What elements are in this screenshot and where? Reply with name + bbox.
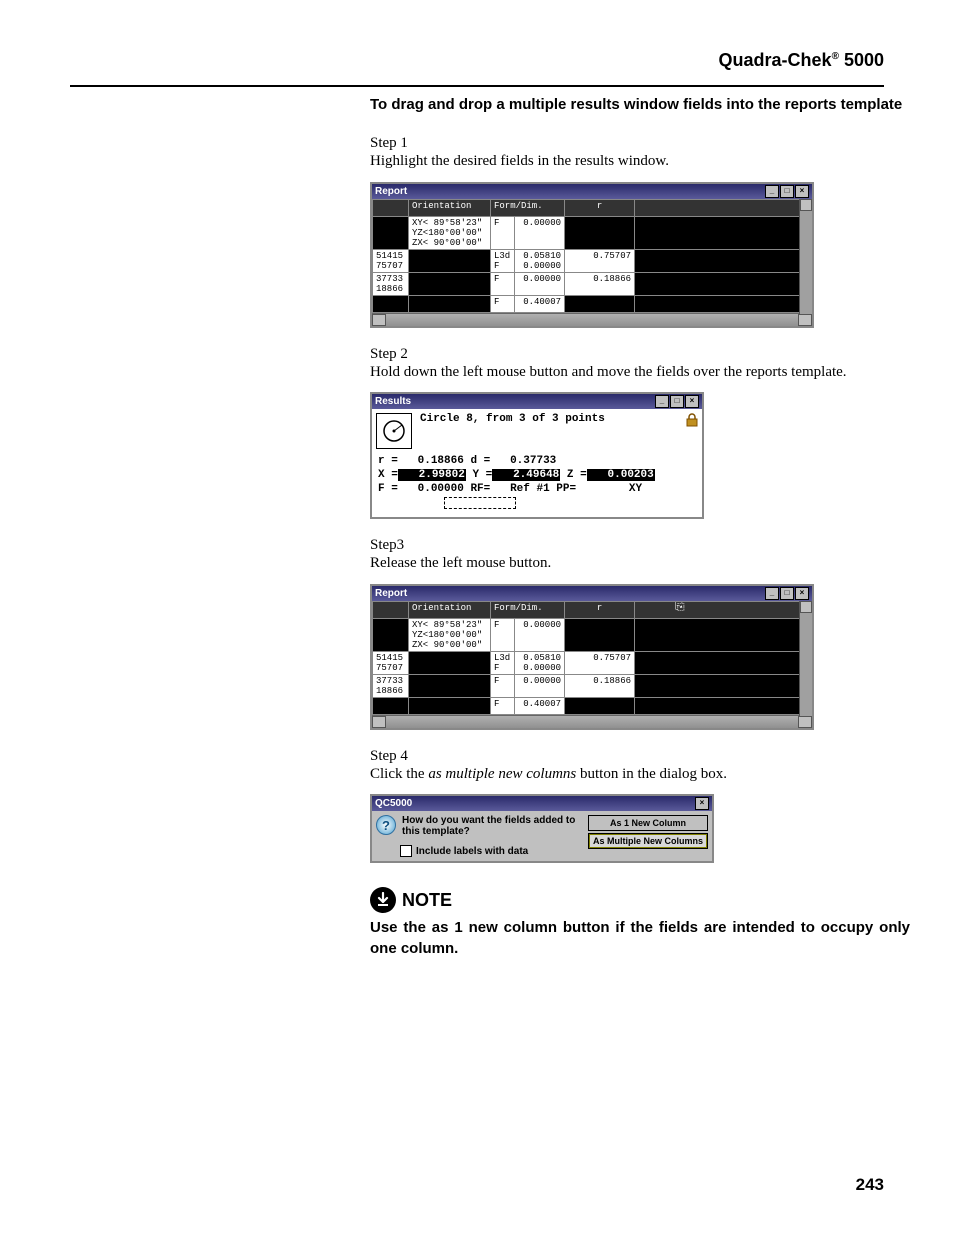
cell: 0.40007 xyxy=(515,295,565,312)
results-titlebar[interactable]: Results _ □ × xyxy=(372,394,702,409)
circle-feature-icon xyxy=(376,413,412,449)
note-block: NOTE Use the as 1 new column button if t… xyxy=(370,887,910,959)
close-icon[interactable]: × xyxy=(685,395,699,408)
cell: F xyxy=(494,261,499,271)
as-1-new-column-button[interactable]: As 1 New Column xyxy=(588,815,708,831)
table-row[interactable]: 3773318866 F 0.00000 0.18866 xyxy=(373,674,812,697)
scrollbar-vertical[interactable] xyxy=(799,601,812,716)
col-orientation[interactable]: Orientation xyxy=(409,601,491,618)
table-row[interactable]: F 0.40007 xyxy=(373,295,812,312)
report-window-2: Report _ □ × Orientation Form/Dim. r ⎘ xyxy=(370,584,814,730)
report-title: Report xyxy=(375,588,407,599)
col-extra[interactable] xyxy=(635,199,812,216)
product-name: Quadra-Chek xyxy=(719,50,832,70)
col-formdim[interactable]: Form/Dim. xyxy=(491,199,565,216)
scrollbar-vertical[interactable] xyxy=(799,199,812,314)
note-label: NOTE xyxy=(402,890,452,911)
drop-cursor-icon: ⎘ xyxy=(675,601,685,614)
maximize-icon[interactable]: □ xyxy=(670,395,684,408)
cell: 0.00000 xyxy=(523,261,561,271)
cell: 51415 xyxy=(376,251,403,261)
y-value-selected[interactable]: 2.49648 xyxy=(492,469,560,481)
col-blank[interactable] xyxy=(373,601,409,618)
col-blank[interactable] xyxy=(373,199,409,216)
include-labels-label: Include labels with data xyxy=(416,846,528,857)
cell: 75707 xyxy=(376,261,403,271)
report-table: Orientation Form/Dim. r ⎘ XY< 89°58'23" … xyxy=(372,601,812,715)
table-row[interactable]: 51415 75707 L3d F 0.05810 0.00000 0.7570… xyxy=(373,249,812,272)
header-rule xyxy=(70,85,884,87)
col-orientation[interactable]: Orientation xyxy=(409,199,491,216)
product-title: Quadra-Chek® 5000 xyxy=(70,50,884,71)
cell: L3d xyxy=(494,251,510,261)
minimize-icon[interactable]: _ xyxy=(765,185,779,198)
include-labels-checkbox[interactable] xyxy=(400,845,412,857)
minimize-icon[interactable]: _ xyxy=(655,395,669,408)
close-icon[interactable]: × xyxy=(795,185,809,198)
scrollbar-horizontal[interactable] xyxy=(372,313,812,326)
cell: 0.00000 xyxy=(515,216,565,249)
report-titlebar[interactable]: Report _ □ × xyxy=(372,586,812,601)
col-extra[interactable]: ⎘ xyxy=(635,601,812,618)
cell: 37733 xyxy=(376,274,403,284)
report-table: Orientation Form/Dim. r XY< 89°58'23" YZ… xyxy=(372,199,812,313)
step4-label: Step 4 xyxy=(370,748,910,765)
table-row[interactable]: 5141575707 L3dF 0.058100.00000 0.75707 xyxy=(373,651,812,674)
table-row[interactable]: F 0.40007 xyxy=(373,697,812,714)
table-row[interactable]: XY< 89°58'23" YZ<180°00'00" ZX< 90°00'00… xyxy=(373,216,812,249)
dialog-title: QC5000 xyxy=(375,798,412,809)
cell: F xyxy=(491,295,515,312)
col-formdim[interactable]: Form/Dim. xyxy=(491,601,565,618)
step4-body: Click the as multiple new columns button… xyxy=(370,765,910,785)
cell: 18866 xyxy=(376,284,403,294)
product-model: 5000 xyxy=(844,50,884,70)
cell: YZ<180°00'00" xyxy=(412,228,482,238)
table-row[interactable]: XY< 89°58'23" YZ<180°00'00" ZX< 90°00'00… xyxy=(373,618,812,651)
results-description: Circle 8, from 3 of 3 points xyxy=(420,413,684,425)
x-value-selected[interactable]: 2.99802 xyxy=(398,469,466,481)
table-row[interactable]: 37733 18866 F 0.00000 0.18866 xyxy=(373,272,812,295)
step1-label: Step 1 xyxy=(370,135,910,152)
drop-target-box[interactable] xyxy=(444,497,516,509)
results-title: Results xyxy=(375,396,411,407)
step3-body: Release the left mouse button. xyxy=(370,554,910,574)
step2-body: Hold down the left mouse button and move… xyxy=(370,363,910,383)
close-icon[interactable]: × xyxy=(795,587,809,600)
z-value-selected[interactable]: 0.00203 xyxy=(587,469,655,481)
cell: XY< 89°58'23" xyxy=(412,218,482,228)
step1-body: Highlight the desired fields in the resu… xyxy=(370,152,910,172)
report-title: Report xyxy=(375,186,407,197)
registered-mark: ® xyxy=(832,51,839,62)
cell: 0.05810 xyxy=(523,251,561,261)
maximize-icon[interactable]: □ xyxy=(780,587,794,600)
as-multiple-new-columns-button[interactable]: As Multiple New Columns xyxy=(588,833,708,849)
scrollbar-horizontal[interactable] xyxy=(372,715,812,728)
results-window: Results _ □ × Circle 8, from 3 of 3 poin… xyxy=(370,392,704,519)
dialog-question: How do you want the fields added to this… xyxy=(402,815,588,837)
close-icon[interactable]: × xyxy=(695,797,709,810)
cell: ZX< 90°00'00" xyxy=(412,238,482,248)
minimize-icon[interactable]: _ xyxy=(765,587,779,600)
cell: 0.75707 xyxy=(565,249,635,272)
section-heading: To drag and drop a multiple results wind… xyxy=(370,95,910,115)
maximize-icon[interactable]: □ xyxy=(780,185,794,198)
note-text: Use the as 1 new column button if the fi… xyxy=(370,917,910,959)
cell: 0.18866 xyxy=(565,272,635,295)
col-r[interactable]: r xyxy=(565,199,635,216)
step2-label: Step 2 xyxy=(370,346,910,363)
cell: F xyxy=(491,216,515,249)
cell: F xyxy=(491,272,515,295)
col-r[interactable]: r xyxy=(565,601,635,618)
dialog-titlebar[interactable]: QC5000 × xyxy=(372,796,712,811)
qc5000-dialog: QC5000 × ? How do you want the fields ad… xyxy=(370,794,714,863)
step3-label: Step3 xyxy=(370,537,910,554)
note-icon xyxy=(370,887,396,913)
question-icon: ? xyxy=(376,815,396,835)
report-titlebar[interactable]: Report _ □ × xyxy=(372,184,812,199)
page-number: 243 xyxy=(856,1175,884,1195)
lock-icon[interactable] xyxy=(684,413,698,431)
cell: 0.00000 xyxy=(515,272,565,295)
report-window-1: Report _ □ × Orientation Form/Dim. r xyxy=(370,182,814,328)
results-values: r = 0.18866 d = 0.37733 X = 2.99802 Y = … xyxy=(372,453,702,517)
